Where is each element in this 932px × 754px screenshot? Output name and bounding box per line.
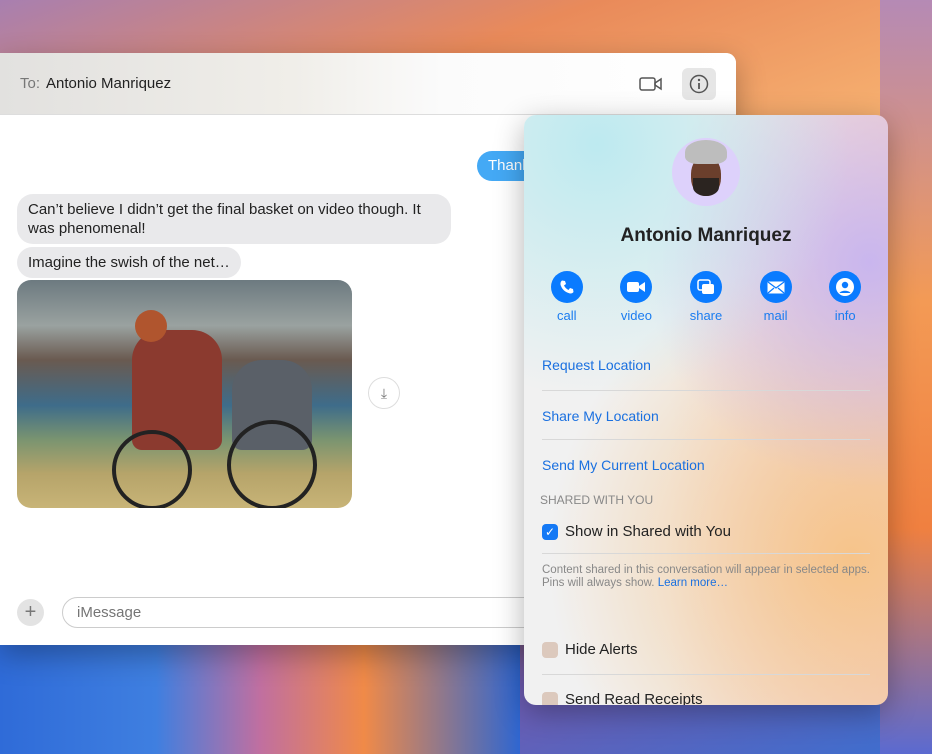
video-icon — [639, 76, 662, 91]
share-my-location-link[interactable]: Share My Location — [542, 408, 659, 424]
mail-button[interactable]: mail — [746, 271, 806, 323]
divider — [542, 390, 870, 391]
mail-icon — [767, 281, 785, 293]
contact-details-popover: Antonio Manriquez call video share mail … — [524, 115, 888, 705]
shared-with-you-header: SHARED WITH YOU — [540, 493, 654, 507]
video-icon — [627, 282, 646, 292]
memoji-face — [685, 140, 727, 196]
desktop-wallpaper — [0, 640, 520, 754]
video-button[interactable]: video — [606, 271, 666, 323]
recipient-name[interactable]: Antonio Manriquez — [46, 75, 171, 92]
received-message-bubble[interactable]: Can’t believe I didn’t get the final bas… — [17, 194, 451, 244]
hide-alerts-checkbox[interactable]: Hide Alerts — [542, 641, 638, 658]
divider — [542, 674, 870, 675]
received-message-bubble[interactable]: Imagine the swish of the net… — [17, 247, 241, 278]
avatar — [672, 138, 740, 206]
send-current-location-link[interactable]: Send My Current Location — [542, 457, 705, 473]
person-icon — [836, 278, 855, 296]
send-read-receipts-checkbox[interactable]: Send Read Receipts — [542, 691, 703, 705]
save-photo-button[interactable]: ⤓ — [368, 377, 400, 409]
phone-icon — [560, 280, 574, 294]
learn-more-link[interactable]: Learn more… — [658, 577, 728, 589]
conversation-header: To: Antonio Manriquez — [0, 53, 736, 115]
photo-wheel — [227, 420, 317, 508]
info-button[interactable]: info — [815, 271, 875, 323]
photo-wheel — [112, 430, 192, 508]
checkmark-icon: ✓ — [542, 523, 558, 540]
show-in-shared-checkbox[interactable]: ✓ Show in Shared with You — [542, 523, 731, 540]
call-button[interactable]: call — [537, 271, 597, 323]
add-attachment-button[interactable]: + — [17, 599, 44, 626]
shared-note: Content shared in this conversation will… — [542, 564, 870, 589]
share-button[interactable]: share — [676, 271, 736, 323]
contact-name: Antonio Manriquez — [620, 225, 792, 246]
info-button[interactable] — [682, 67, 716, 100]
basketball-photo-attachment[interactable] — [17, 280, 352, 508]
checkbox-box — [542, 691, 558, 705]
to-label: To: — [20, 75, 41, 92]
facetime-video-button[interactable] — [634, 68, 668, 100]
message-input[interactable] — [62, 597, 582, 628]
checkbox-box — [542, 641, 558, 658]
info-icon — [689, 74, 709, 93]
photo-basketball — [135, 310, 167, 342]
divider — [542, 439, 870, 440]
request-location-link[interactable]: Request Location — [542, 357, 651, 373]
share-screen-icon — [697, 279, 714, 294]
download-icon: ⤓ — [380, 384, 388, 401]
divider — [542, 553, 870, 554]
